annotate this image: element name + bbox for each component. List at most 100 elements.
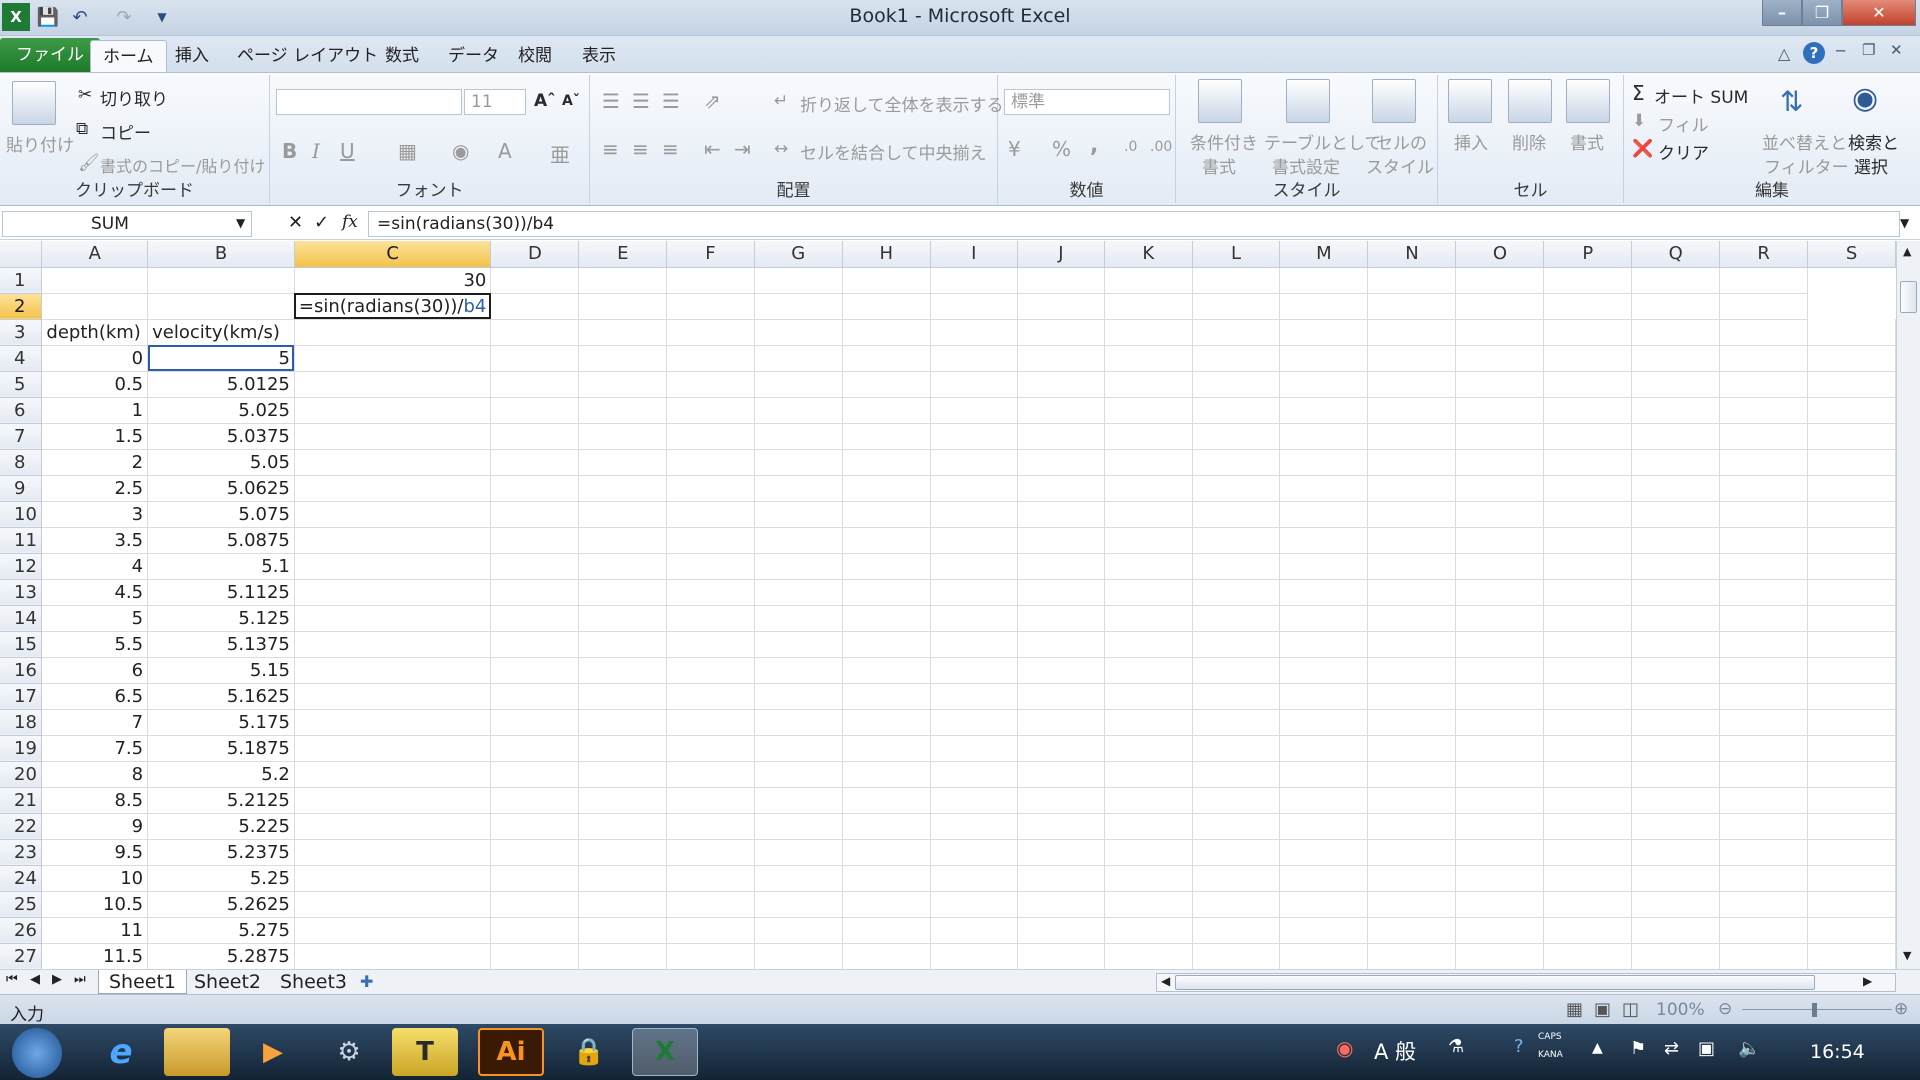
cell[interactable] [1192,683,1281,710]
scroll-right-icon[interactable]: ▶ [1863,974,1872,988]
cell[interactable] [294,839,492,866]
cell[interactable] [754,423,843,450]
cell[interactable] [1719,449,1809,476]
cell[interactable] [1631,605,1721,632]
cell[interactable] [1807,917,1896,944]
scroll-down-icon[interactable]: ▼ [1903,949,1911,962]
cell[interactable] [1719,293,1809,320]
cell-velocity[interactable]: 5.1875 [147,735,295,762]
cell[interactable] [294,397,492,424]
cell[interactable] [294,475,492,502]
cell[interactable] [754,735,843,762]
tab-home[interactable]: ホーム [90,40,167,72]
find-select-label2[interactable]: 選択 [1854,153,1888,178]
cell[interactable] [1279,657,1369,684]
row-header[interactable]: 22 [0,813,43,840]
cell[interactable] [1807,579,1896,606]
cell-velocity[interactable]: 5.2875 [147,943,295,969]
italic-button[interactable]: I [312,139,320,163]
cell[interactable] [294,917,492,944]
cell[interactable] [1719,813,1809,840]
cell[interactable] [1455,657,1545,684]
cell[interactable] [1192,813,1281,840]
zoom-out-icon[interactable]: ⊖ [1718,999,1732,1019]
cell[interactable] [1104,319,1193,346]
cell[interactable] [1017,293,1105,320]
cell[interactable] [578,605,668,632]
cell[interactable] [1543,501,1633,528]
cell[interactable] [578,813,668,840]
cell[interactable] [754,397,843,424]
cell[interactable] [754,917,843,944]
cell[interactable] [1367,397,1457,424]
row-header[interactable]: 13 [0,579,43,606]
cell[interactable] [666,943,755,969]
cell[interactable] [1192,579,1281,606]
formula-input[interactable]: =sin(radians(30))/b4 [368,211,1900,237]
cell[interactable] [666,527,755,554]
tab-page-layout[interactable]: ページ レイアウト [225,40,390,72]
row-header[interactable]: 12 [0,553,43,580]
format-cells-button[interactable]: 書式 [1570,129,1604,154]
cell[interactable] [1367,345,1457,372]
cell[interactable] [1017,423,1105,450]
cell[interactable] [578,657,668,684]
decrease-indent-icon[interactable]: ⇤ [704,137,721,161]
cell[interactable] [1455,917,1545,944]
cell[interactable] [1367,449,1457,476]
ime-toolbar-icon[interactable]: ⚗ [1448,1036,1464,1057]
cell[interactable] [1719,605,1809,632]
cell[interactable] [1367,423,1457,450]
cell[interactable] [1017,553,1105,580]
cell[interactable] [666,735,755,762]
cell[interactable] [1807,943,1896,969]
expand-formula-icon[interactable]: ▼ [1900,216,1909,230]
cell-depth[interactable]: 6.5 [41,683,149,710]
cell[interactable] [1719,319,1809,346]
cell[interactable] [1192,605,1281,632]
cell[interactable] [1807,631,1896,658]
cell[interactable] [1279,631,1369,658]
cell[interactable] [1631,475,1721,502]
cell-velocity[interactable]: 5.2125 [147,787,295,814]
number-format-box[interactable]: 標準 [1004,89,1170,115]
cell[interactable] [842,319,931,346]
illustrator-icon[interactable]: Ai [478,1028,544,1076]
row-header[interactable]: 7 [0,423,43,450]
cell[interactable] [1631,917,1721,944]
cell[interactable] [842,501,931,528]
vertical-scrollbar[interactable]: ▲ ▼ [1896,241,1920,969]
cell[interactable] [1719,943,1809,969]
cell[interactable] [1807,475,1896,502]
cell[interactable] [1455,891,1545,918]
cell[interactable] [1543,657,1633,684]
cancel-entry-icon[interactable]: ✕ [288,212,303,233]
cell[interactable] [1279,397,1369,424]
cell[interactable] [842,605,931,632]
zoom-in-icon[interactable]: ⊕ [1894,999,1908,1019]
cell[interactable] [578,709,668,736]
column-header[interactable]: B [147,241,295,268]
cell[interactable] [1192,735,1281,762]
cell[interactable] [666,423,755,450]
paste-button[interactable]: 貼り付け [6,131,74,156]
font-color-button[interactable]: A [498,139,512,163]
cell[interactable] [294,553,492,580]
cell[interactable] [666,709,755,736]
cell[interactable] [1279,475,1369,502]
insert-function-icon[interactable]: fx [342,212,358,232]
cell[interactable] [754,605,843,632]
phonetic-icon[interactable]: 亜 [550,139,570,168]
cell[interactable] [754,839,843,866]
name-box-dropdown-icon[interactable]: ▼ [236,216,245,230]
cell[interactable] [930,267,1018,294]
clear-button[interactable]: クリア [1658,139,1709,164]
cell[interactable] [1719,475,1809,502]
cell[interactable] [1104,397,1193,424]
cell-depth[interactable]: 0 [41,345,149,372]
cell[interactable] [1104,761,1193,788]
cell-depth[interactable]: 2 [41,449,149,476]
tab-file[interactable]: ファイル [0,38,100,72]
minimize-button[interactable]: – [1762,0,1802,26]
cell[interactable] [666,319,755,346]
